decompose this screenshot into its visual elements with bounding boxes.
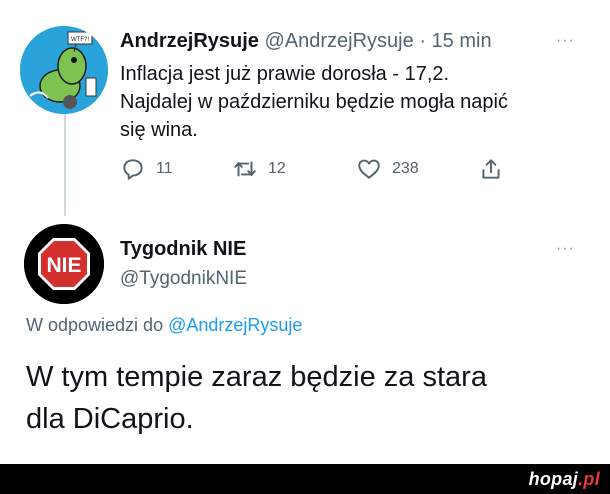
avatar[interactable]: NIE [24, 224, 104, 304]
brand-logo: hopaj.pl [529, 469, 600, 490]
thread-line [64, 106, 66, 216]
tweet-text-line: dla DiCaprio. [26, 403, 194, 435]
tweet-time[interactable]: 15 min [432, 30, 492, 52]
reply-context: W odpowiedzi do @AndrzejRysuje [26, 315, 302, 336]
reply-prefix: W odpowiedzi do [26, 315, 164, 335]
retweet-count: 12 [268, 160, 286, 177]
share-button[interactable] [478, 156, 514, 182]
watermark-bar: hopaj.pl [0, 464, 610, 494]
brand-name: hopaj [528, 469, 579, 489]
tweet-header: AndrzejRysuje @AndrzejRysuje · 15 min [120, 30, 492, 53]
share-icon [482, 159, 500, 179]
more-options-icon[interactable]: ··· [556, 240, 575, 258]
author-name[interactable]: AndrzejRysuje [120, 30, 259, 52]
author-handle[interactable]: @TygodnikNIE [120, 268, 247, 290]
tweet-text-line: Inflacja jest już prawie dorosła - 17,2. [120, 63, 450, 85]
like-count: 238 [392, 160, 419, 177]
retweet-button[interactable]: 12 [232, 156, 286, 182]
reply-icon [123, 159, 143, 180]
retweet-icon [234, 161, 256, 177]
tweet-text: W tym tempie zaraz będzie za stara dla D… [26, 356, 487, 440]
avatar[interactable]: WTF?! [20, 26, 108, 114]
brand-domain: .pl [578, 469, 600, 489]
reply-handle-link[interactable]: @AndrzejRysuje [168, 315, 302, 335]
tweet-text-line: W tym tempie zaraz będzie za stara [26, 361, 487, 393]
tweet-text-line: Najdalej w październiku będzie mogła nap… [120, 91, 508, 113]
separator-dot: · [419, 30, 426, 52]
more-options-icon[interactable]: ··· [556, 32, 575, 50]
tweet-text-line: się wina. [120, 119, 198, 141]
tweet-actions: 11 12 238 [120, 156, 510, 186]
tweet-text: Inflacja jest już prawie dorosła - 17,2.… [120, 60, 570, 144]
avatar-sign-text: WTF?! [71, 37, 89, 43]
author-handle[interactable]: @AndrzejRysuje [265, 30, 414, 52]
reply-button[interactable]: 11 [120, 156, 173, 182]
logo-text: NIE [46, 254, 81, 277]
reply-count: 11 [156, 160, 173, 177]
heart-icon [358, 159, 380, 179]
like-button[interactable]: 238 [356, 156, 419, 182]
author-name[interactable]: Tygodnik NIE [120, 238, 246, 261]
avatar-illustration: WTF?! [20, 26, 108, 114]
stop-sign-logo: NIE [24, 224, 104, 304]
